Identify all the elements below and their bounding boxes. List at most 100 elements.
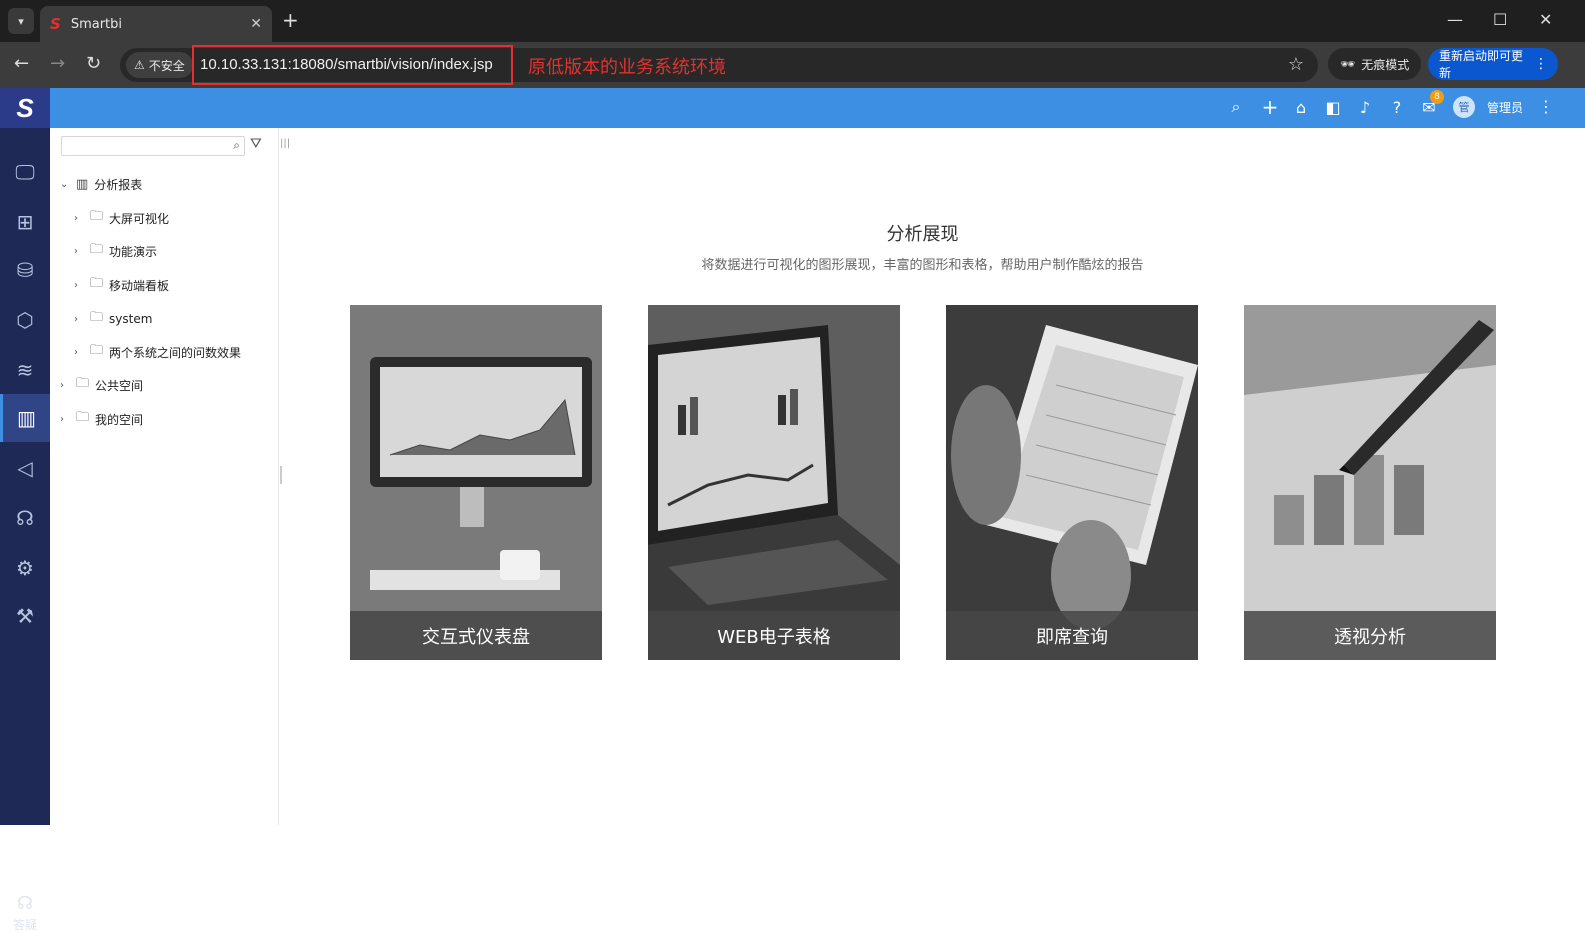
add-icon[interactable]: + <box>1259 95 1281 119</box>
filter-icon[interactable]: ⛛ <box>250 136 262 152</box>
help-icon[interactable]: ? <box>1386 96 1408 118</box>
update-button[interactable]: 重新启动即可更新 ⋮ <box>1428 48 1558 80</box>
left-nav: 🖵 ⊞ ⛁ ⬡ ≋ ▥ ◁ ☊ ⚙ ⚒ ☊ 答疑 <box>0 128 50 932</box>
folder-icon: 🗀 <box>90 310 104 325</box>
tree-node-mobile[interactable]: › 🗀 移动端看板 <box>74 275 169 295</box>
close-tab-icon[interactable]: ✕ <box>250 16 262 32</box>
close-window-icon[interactable]: ✕ <box>1539 10 1552 29</box>
bell-icon[interactable]: ♪ <box>1354 96 1376 118</box>
chevron-right-icon[interactable]: › <box>60 414 70 425</box>
folder-icon: 🗀 <box>90 343 104 358</box>
warning-icon: ⚠ <box>134 58 145 72</box>
monitor-icon[interactable]: 🖵 <box>0 148 50 196</box>
header-more-icon[interactable]: ⋮ <box>1538 97 1554 116</box>
new-tab-button[interactable]: + <box>282 10 299 30</box>
report-chart-icon: ▥ <box>76 176 89 192</box>
message-count-badge: 8 <box>1430 90 1444 104</box>
card-interactive-dashboard[interactable]: 交互式仪表盘 <box>350 305 602 660</box>
tree-node-system[interactable]: › 🗀 system <box>74 309 152 329</box>
search-icon[interactable]: ⌕ <box>233 138 240 153</box>
tablet-photo <box>946 305 1198 660</box>
search-icon[interactable]: ⌕ <box>1225 96 1247 118</box>
card-pivot-analysis[interactable]: 透视分析 <box>1244 305 1496 660</box>
tools-icon[interactable]: ⚒ <box>0 592 50 640</box>
shop-bag-icon[interactable]: ◧ <box>1322 96 1344 118</box>
insecure-label: 不安全 <box>148 58 185 73</box>
forward-icon[interactable]: → <box>50 54 65 74</box>
incognito-label: 无痕模式 <box>1361 57 1410 72</box>
card-label: WEB电子表格 <box>648 611 900 660</box>
layers-icon[interactable]: ≋ <box>0 346 50 394</box>
tree-node-question-effect[interactable]: › 🗀 两个系统之间的问数效果 <box>74 342 241 362</box>
help-qa-button[interactable]: ☊ 答疑 <box>0 893 50 933</box>
help-label: 答疑 <box>12 918 37 932</box>
smartbi-logo[interactable]: S <box>0 88 50 128</box>
tree-node-label: 大屏可视化 <box>109 211 170 226</box>
tree-node-label: 我的空间 <box>95 412 144 427</box>
database-icon[interactable]: ⛁ <box>0 246 50 294</box>
avatar[interactable]: 管 <box>1453 96 1475 118</box>
update-label: 重新启动即可更新 <box>1439 49 1524 80</box>
page-title: 分析展现 <box>886 224 959 245</box>
folder-icon: 🗀 <box>76 376 90 391</box>
bookmark-star-icon[interactable]: ☆ <box>1288 54 1304 75</box>
send-icon[interactable]: ◁ <box>0 444 50 492</box>
chevron-right-icon[interactable]: › <box>74 347 84 358</box>
annotation-text: 原低版本的业务系统环境 <box>528 57 726 78</box>
headset-icon: ☊ <box>17 893 33 914</box>
panel-resize-handle[interactable] <box>280 466 282 484</box>
tab-list-dropdown[interactable]: ▾ <box>8 8 34 34</box>
home-icon[interactable]: ⌂ <box>1290 96 1312 118</box>
analysis-report-icon[interactable]: ▥ <box>0 394 50 442</box>
tree-node-analysis-reports[interactable]: ⌄ ▥ 分析报表 <box>60 174 142 194</box>
chevron-down-icon[interactable]: ⌄ <box>60 179 70 190</box>
back-icon[interactable]: ← <box>14 54 29 74</box>
tree-node-public-space[interactable]: › 🗀 公共空间 <box>60 375 143 395</box>
more-menu-icon[interactable]: ⋮ <box>1534 56 1548 72</box>
ai-robot-icon[interactable]: ☊ <box>0 494 50 542</box>
app-header: S ⌕ + ⌂ ◧ ♪ ? ✉ 8 <box>0 88 1585 128</box>
card-label: 透视分析 <box>1244 611 1496 660</box>
pen-chart-photo <box>1244 305 1496 660</box>
omnibox[interactable]: ⚠ 不安全 10.10.33.131:18080/smartbi/vision/… <box>120 45 1318 85</box>
message-icon[interactable]: ✉ 8 <box>1418 90 1444 118</box>
user-settings-icon[interactable]: ⚙ <box>0 544 50 592</box>
card-web-spreadsheet[interactable]: WEB电子表格 <box>648 305 900 660</box>
tree-node-label: 功能演示 <box>109 244 158 259</box>
tab-title: Smartbi <box>70 16 122 32</box>
minimize-icon[interactable]: — <box>1447 10 1463 29</box>
chevron-right-icon[interactable]: › <box>74 213 84 224</box>
chevron-right-icon[interactable]: › <box>60 380 70 391</box>
user-name[interactable]: 管理员 <box>1487 99 1523 116</box>
tree-node-label: 分析报表 <box>94 177 143 192</box>
maximize-icon[interactable]: ☐ <box>1493 10 1507 29</box>
mobile-folder-icon: 🗀 <box>90 276 104 291</box>
tree-search-input[interactable]: ⌕ <box>61 136 245 156</box>
laptop-photo <box>648 305 900 660</box>
tree-node-label: 移动端看板 <box>109 278 170 293</box>
incognito-indicator[interactable]: 🕶 无痕模式 <box>1328 48 1422 80</box>
tree-node-bigscreen[interactable]: › 🗀 大屏可视化 <box>74 208 169 228</box>
panel-collapse-icon[interactable]: ||| <box>280 138 290 149</box>
smartbi-favicon-icon: S <box>50 15 61 33</box>
address-toolbar: ← → ↻ ⚠ 不安全 10.10.33.131:18080/smartbi/v… <box>0 42 1585 88</box>
tree-node-label: system <box>109 312 153 326</box>
url-text[interactable]: 10.10.33.131:18080/smartbi/vision/index.… <box>200 56 493 73</box>
browser-tab-bar: ▾ S Smartbi ✕ + — ☐ ✕ <box>0 0 1585 42</box>
tree-node-demo[interactable]: › 🗀 功能演示 <box>74 241 157 261</box>
browser-tab[interactable]: S Smartbi ✕ <box>40 6 272 42</box>
incognito-icon: 🕶 <box>1340 57 1356 71</box>
user-folder-icon: 🗀 <box>76 410 90 425</box>
cube-icon[interactable]: ⬡ <box>0 296 50 344</box>
card-label: 交互式仪表盘 <box>350 611 602 660</box>
security-indicator[interactable]: ⚠ 不安全 <box>126 52 193 78</box>
card-ad-hoc-query[interactable]: 即席查询 <box>946 305 1198 660</box>
apps-grid-icon[interactable]: ⊞ <box>0 198 50 246</box>
reload-icon[interactable]: ↻ <box>86 54 101 74</box>
tree-node-my-space[interactable]: › 🗀 我的空间 <box>60 409 143 429</box>
chevron-right-icon[interactable]: › <box>74 280 84 291</box>
chevron-right-icon[interactable]: › <box>74 314 84 325</box>
page-subtitle: 将数据进行可视化的图形展现，丰富的图形和表格，帮助用户制作酷炫的报告 <box>701 258 1144 273</box>
chevron-right-icon[interactable]: › <box>74 246 84 257</box>
resource-tree-panel: ⌕ ⛛ ⌄ ▥ 分析报表 › 🗀 大屏可视化 › 🗀 功能演示 › 🗀 移动端看… <box>50 128 279 825</box>
